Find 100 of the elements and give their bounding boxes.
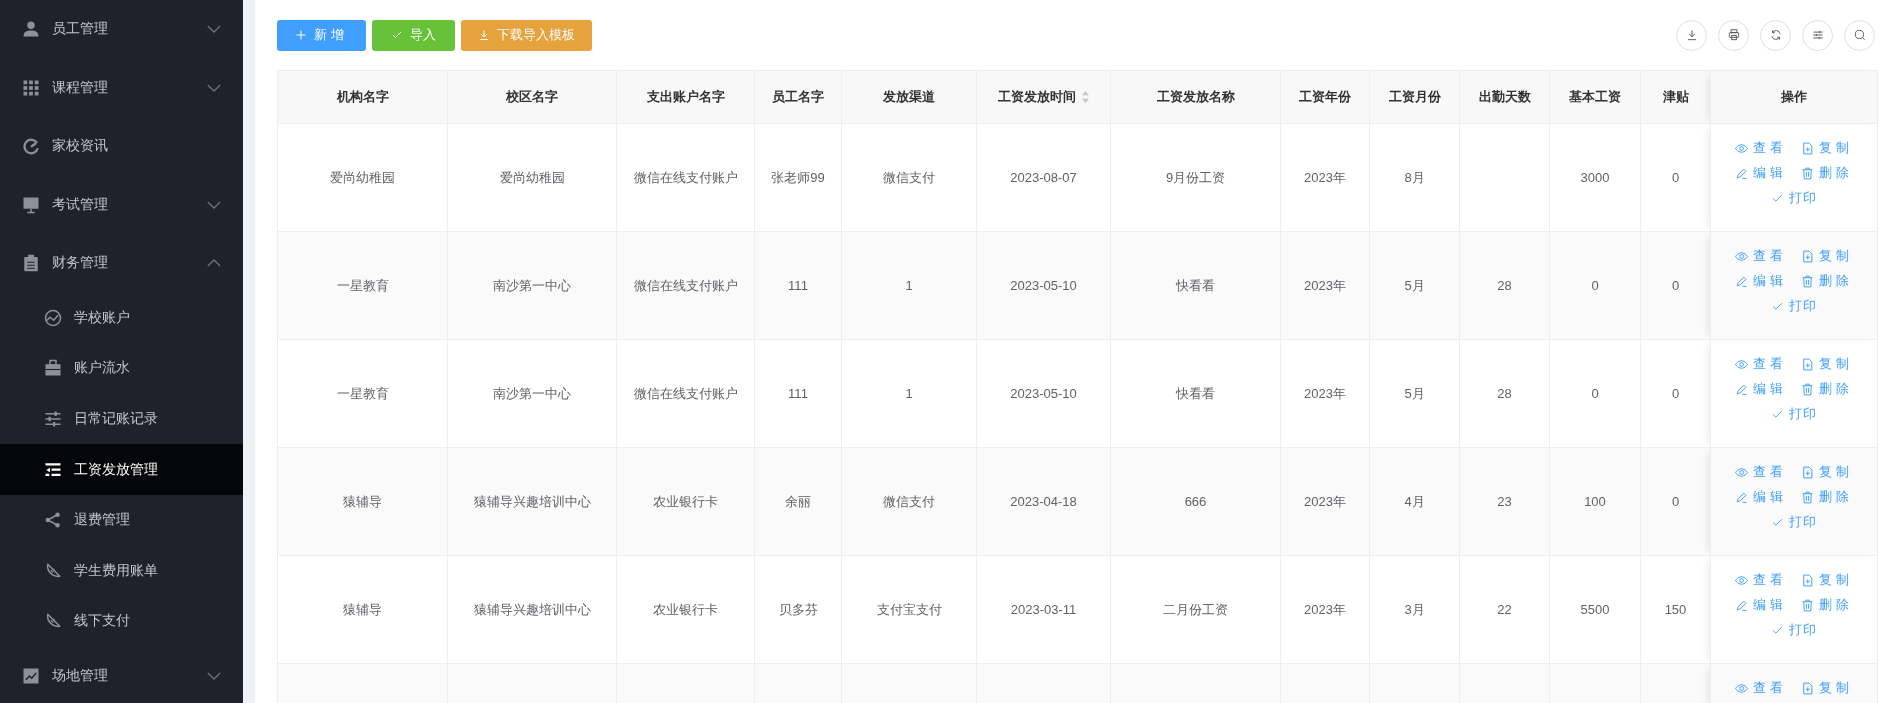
table-cell: 0 <box>1591 278 1599 293</box>
action-link[interactable]: 查看 <box>1735 354 1787 374</box>
menu-item[interactable]: 场地管理 <box>0 646 243 703</box>
search-icon <box>1852 28 1867 42</box>
table-cell: 二月份工资 <box>1163 601 1228 617</box>
table-cell: 0 <box>1671 170 1680 185</box>
table-cell: 一星教育 <box>336 385 389 401</box>
action-link[interactable]: 查看 <box>1735 462 1787 482</box>
action-link[interactable]: 打印 <box>1771 512 1817 532</box>
document-plus-icon <box>1801 681 1814 695</box>
menu-item[interactable]: 财务管理 <box>0 234 243 293</box>
table-cell: 3月 <box>1404 601 1425 617</box>
action-link[interactable]: 编辑 <box>1735 379 1787 399</box>
printer-icon <box>1726 28 1741 42</box>
menu-item[interactable]: 账户流水 <box>0 343 243 394</box>
menu-item[interactable]: 退费管理 <box>0 494 243 546</box>
document-plus-icon <box>1801 249 1814 263</box>
monitor-icon <box>22 195 40 214</box>
eye-icon <box>1735 573 1748 587</box>
menu-item[interactable]: 日常记账记录 <box>0 393 243 445</box>
document-plus-icon <box>1801 465 1814 479</box>
table-cell: 南沙第一中心 <box>493 385 571 401</box>
table-cell: 支付宝支付 <box>876 601 942 617</box>
table-cell: 0 <box>1591 386 1599 401</box>
menu-item[interactable]: 课程管理 <box>0 58 243 117</box>
action-link[interactable]: 查看 <box>1735 246 1787 266</box>
table-cell: 0 <box>1671 278 1680 293</box>
action-link[interactable]: 删除 <box>1801 379 1853 399</box>
chart-icon <box>22 666 40 685</box>
action-link[interactable]: 删除 <box>1801 595 1853 615</box>
table-cell: 666 <box>1184 494 1207 509</box>
column-header: 出勤天数 <box>1478 88 1531 106</box>
table-cell: 猿辅导 <box>343 601 382 617</box>
table-cell: 猿辅导兴趣培训中心 <box>473 601 591 617</box>
action-link[interactable]: 删除 <box>1801 163 1853 183</box>
table-cell: 微信支付 <box>883 493 935 509</box>
table-cell: 150 <box>1664 602 1687 617</box>
download-button[interactable] <box>1676 19 1707 51</box>
menu-item[interactable]: 学生费用账单 <box>0 545 243 597</box>
trash-icon <box>1801 490 1814 504</box>
clipboard-icon <box>22 254 40 273</box>
action-link[interactable]: 复制 <box>1801 354 1853 374</box>
menu-item[interactable]: 工资发放管理 <box>0 444 243 495</box>
action-link[interactable]: 复制 <box>1801 678 1853 698</box>
action-link[interactable]: 查看 <box>1735 678 1787 698</box>
table-cell: 猿辅导兴趣培训中心 <box>473 493 591 509</box>
table-cell: 猿辅导 <box>343 493 382 509</box>
print-button[interactable] <box>1718 19 1749 51</box>
action-link[interactable]: 查看 <box>1735 138 1787 158</box>
chart-circle-icon <box>44 308 62 327</box>
action-link[interactable]: 复制 <box>1801 570 1853 590</box>
action-link[interactable]: 编辑 <box>1735 487 1787 507</box>
table-cell: 贝多芬 <box>778 601 818 617</box>
menu-item[interactable]: 学校账户 <box>0 292 243 344</box>
search-button[interactable] <box>1844 19 1875 51</box>
table-cell: 2023-04-18 <box>1010 494 1077 509</box>
table-cell: 2023年 <box>1304 385 1346 401</box>
toolbar-button[interactable]: 新 增 <box>277 19 366 51</box>
column-header: 支出账户名字 <box>646 88 725 106</box>
menu-item[interactable]: 考试管理 <box>0 175 243 234</box>
table-cell: 农业银行卡 <box>653 493 718 509</box>
action-link[interactable]: 复制 <box>1801 246 1853 266</box>
action-link[interactable]: 编辑 <box>1735 163 1787 183</box>
action-link[interactable]: 打印 <box>1771 620 1817 640</box>
menu-item[interactable]: 家校资讯 <box>0 117 243 176</box>
table-cell: 23 <box>1497 494 1512 509</box>
action-link[interactable]: 打印 <box>1771 296 1817 316</box>
pencil-icon <box>1735 274 1748 288</box>
list-icon <box>44 460 62 479</box>
action-link[interactable]: 删除 <box>1801 271 1853 291</box>
check-icon <box>390 29 403 41</box>
column-header: 工资月份 <box>1388 88 1441 106</box>
briefcase-icon <box>44 359 62 378</box>
menu-item[interactable]: 线下支付 <box>0 596 243 647</box>
pencil-icon <box>1735 382 1748 396</box>
settings-button[interactable] <box>1802 19 1833 51</box>
person-icon <box>22 20 40 39</box>
action-link[interactable]: 打印 <box>1771 188 1817 208</box>
column-header: 操作 <box>1781 88 1807 106</box>
action-link[interactable]: 复制 <box>1801 138 1853 158</box>
table-cell: 28 <box>1497 278 1512 293</box>
action-link[interactable]: 编辑 <box>1735 595 1787 615</box>
menu-item[interactable]: 员工管理 <box>0 0 243 59</box>
table-cell: 2023年 <box>1304 493 1346 509</box>
action-link[interactable]: 打印 <box>1771 404 1817 424</box>
action-link[interactable]: 编辑 <box>1735 271 1787 291</box>
table-cell: 2023-08-07 <box>1010 170 1077 185</box>
grid-icon <box>22 78 40 97</box>
table-cell: 100 <box>1584 494 1606 509</box>
pencil-icon <box>1735 166 1748 180</box>
table-cell: 0 <box>1671 386 1680 401</box>
toolbar-button[interactable]: 下载导入模板 <box>460 19 592 51</box>
table-cell: 爱尚幼稚园 <box>330 169 395 185</box>
action-link[interactable]: 删除 <box>1801 487 1853 507</box>
refresh-button[interactable] <box>1760 19 1791 51</box>
action-link[interactable]: 查看 <box>1735 570 1787 590</box>
action-link[interactable]: 复制 <box>1801 462 1853 482</box>
toolbar-button[interactable]: 导入 <box>371 19 455 51</box>
share-icon <box>44 511 62 530</box>
column-header: 工资发放名称 <box>1156 88 1235 106</box>
